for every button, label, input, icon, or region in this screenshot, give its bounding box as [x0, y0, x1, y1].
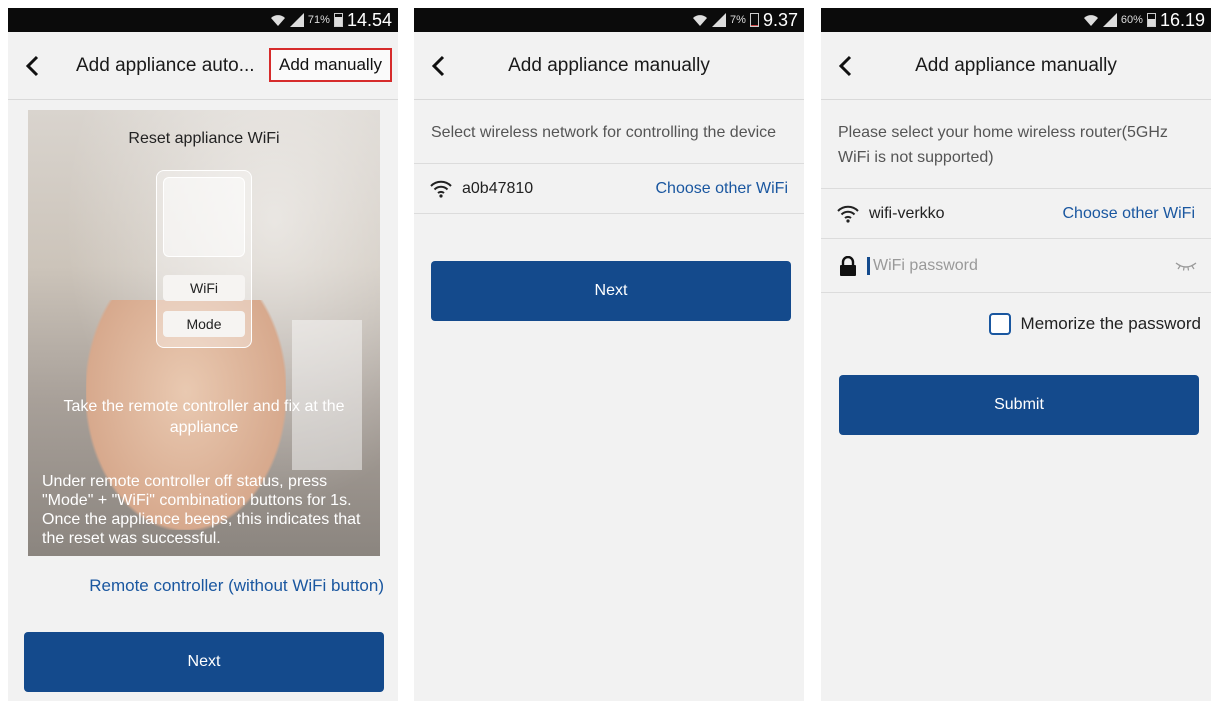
wifi-network-row: a0b47810 Choose other WiFi [414, 164, 804, 214]
back-chevron-icon[interactable] [22, 54, 44, 78]
choose-other-wifi-link[interactable]: Choose other WiFi [1063, 205, 1196, 223]
network-description: Select wireless network for controlling … [414, 100, 804, 164]
signal-icon [712, 13, 727, 27]
illustration-title: Reset appliance WiFi [128, 130, 280, 147]
remote-wifi-button: WiFi [163, 275, 245, 301]
battery-icon [333, 13, 343, 27]
battery-icon [1146, 13, 1156, 27]
instruction-text: Take the remote controller and fix at th… [63, 398, 345, 436]
wifi-status-icon [693, 15, 708, 26]
wifi-icon [430, 180, 452, 198]
next-button[interactable]: Next [24, 632, 384, 692]
header: Add appliance auto... Add manually [8, 32, 398, 100]
wifi-password-input[interactable] [867, 256, 1175, 275]
battery-icon [749, 13, 759, 27]
memorize-row: Memorize the password [821, 293, 1201, 335]
back-chevron-icon[interactable] [428, 54, 450, 78]
lock-icon [840, 255, 856, 276]
remote-controller-image: WiFi Mode [156, 170, 252, 348]
screen-add-appliance-auto: 71% 14.54 Add appliance auto... Add manu… [8, 8, 398, 701]
memorize-password-checkbox[interactable] [988, 313, 1011, 335]
next-button[interactable]: Next [431, 261, 791, 321]
wifi-status-icon [270, 15, 285, 26]
screen-add-manually-password: 60% 16.19 Add appliance manually Please … [821, 8, 1211, 701]
reset-illustration: Reset appliance WiFi WiFi Mode Take the … [28, 110, 380, 556]
battery-percent: 60% [1120, 14, 1143, 26]
clock: 14.54 [346, 9, 392, 30]
signal-icon [1102, 13, 1117, 27]
page-title: Add appliance manually [508, 54, 710, 76]
choose-other-wifi-link[interactable]: Choose other WiFi [656, 180, 789, 198]
page-title: Add appliance auto... [76, 54, 255, 76]
clock: 16.19 [1159, 9, 1205, 30]
wifi-network-row: wifi-verkko Choose other WiFi [821, 189, 1211, 239]
wifi-status-icon [1083, 15, 1098, 26]
battery-percent: 7% [730, 14, 746, 26]
status-bar: 71% 14.54 [8, 8, 398, 32]
battery-percent: 71% [307, 14, 330, 26]
remote-mode-button: Mode [163, 311, 245, 337]
header: Add appliance manually [414, 32, 804, 100]
screen-add-manually-select-network: 7% 9.37 Add appliance manually Select wi… [414, 8, 804, 701]
page-title: Add appliance manually [915, 54, 1117, 76]
status-bar: 7% 9.37 [414, 8, 804, 32]
instruction-detail: Under remote controller off status, pres… [42, 473, 361, 547]
add-manually-button[interactable]: Add manually [268, 48, 392, 82]
clock: 9.37 [762, 9, 798, 30]
eye-closed-icon[interactable] [1175, 261, 1197, 271]
password-row [821, 239, 1211, 293]
ssid-label: a0b47810 [462, 179, 534, 197]
memorize-password-label: Memorize the password [1020, 314, 1201, 333]
signal-icon [289, 13, 304, 27]
ssid-label: wifi-verkko [869, 204, 945, 222]
header: Add appliance manually [821, 32, 1211, 100]
wifi-icon [837, 205, 859, 223]
remote-display [163, 177, 245, 257]
back-chevron-icon[interactable] [835, 54, 857, 78]
router-description: Please select your home wireless router(… [821, 100, 1211, 189]
submit-button[interactable]: Submit [839, 375, 1199, 435]
status-bar: 60% 16.19 [821, 8, 1211, 32]
remote-without-wifi-link[interactable]: Remote controller (without WiFi button) [89, 576, 384, 596]
